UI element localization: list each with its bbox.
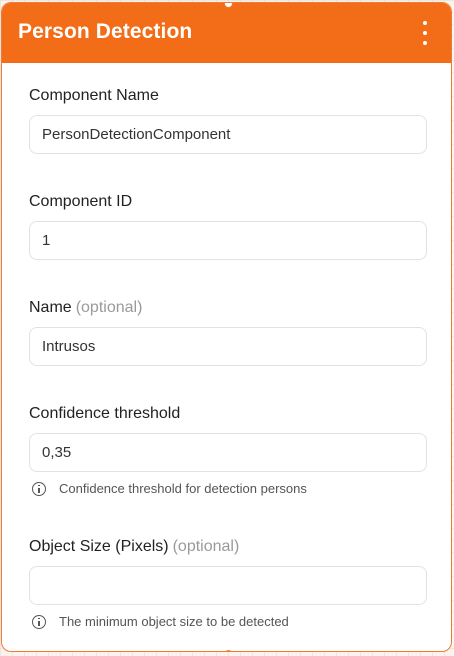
component-name-input[interactable] <box>29 115 427 154</box>
name-label: Name (optional) <box>29 299 142 317</box>
kebab-menu-icon[interactable] <box>421 21 429 45</box>
object-size-input[interactable] <box>29 566 427 605</box>
output-connection-handle[interactable] <box>224 650 233 651</box>
name-input[interactable] <box>29 327 427 366</box>
confidence-threshold-input[interactable] <box>29 433 427 472</box>
optional-tag: (optional) <box>172 538 240 555</box>
name-label-text: Name <box>29 299 72 316</box>
component-name-label: Component Name <box>29 87 159 104</box>
node-title: Person Detection <box>18 20 193 43</box>
info-icon <box>32 481 46 496</box>
person-detection-node[interactable]: Person Detection Component Name Componen… <box>1 2 452 652</box>
confidence-help: Confidence threshold for detection perso… <box>32 481 307 496</box>
confidence-threshold-label: Confidence threshold <box>29 405 181 422</box>
confidence-help-text: Confidence threshold for detection perso… <box>59 481 307 496</box>
component-id-input[interactable] <box>29 221 427 260</box>
object-size-label-text: Object Size (Pixels) <box>29 538 169 555</box>
node-header: Person Detection <box>2 3 451 63</box>
info-icon <box>32 614 46 629</box>
object-size-label: Object Size (Pixels) (optional) <box>29 538 239 556</box>
optional-tag: (optional) <box>75 299 143 316</box>
component-id-label: Component ID <box>29 193 133 210</box>
object-size-help: The minimum object size to be detected <box>32 614 289 629</box>
object-size-help-text: The minimum object size to be detected <box>59 614 289 629</box>
